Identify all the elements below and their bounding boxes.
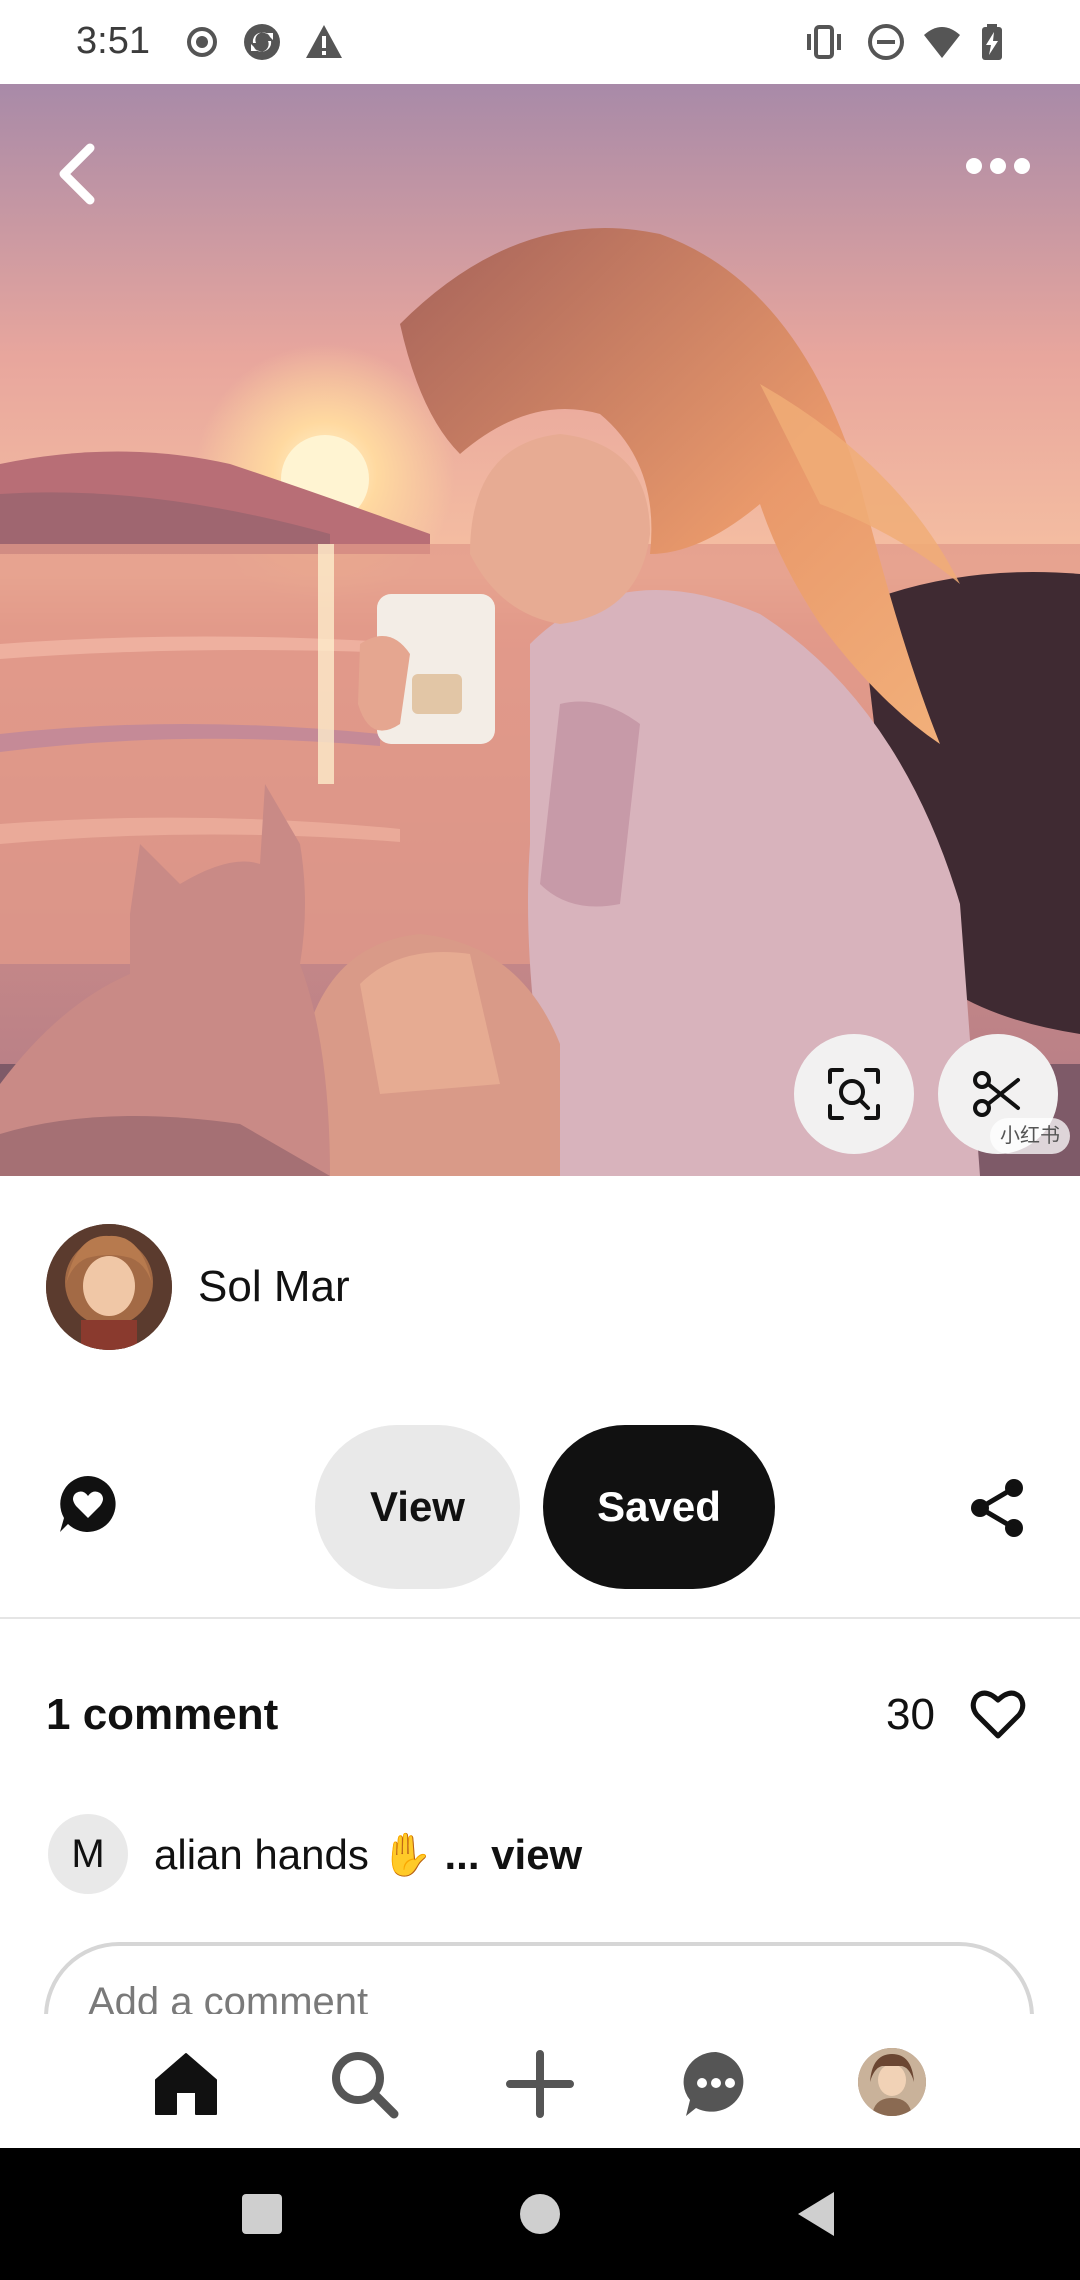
nav-home[interactable]: [150, 2048, 222, 2120]
back-triangle-icon: [798, 2192, 834, 2236]
view-more-link[interactable]: ... view: [444, 1831, 582, 1878]
recents-button[interactable]: [232, 2184, 292, 2244]
divider: [0, 1617, 1080, 1619]
home-system-button[interactable]: [510, 2184, 570, 2244]
recents-icon: [242, 2194, 282, 2234]
nav-messages[interactable]: [680, 2048, 752, 2120]
comment-body: alian hands: [154, 1831, 369, 1878]
watermark: 小红书: [990, 1118, 1070, 1154]
warning-icon: [304, 22, 344, 62]
pin-detail-screen: 3:51 小红书 Sol Mar View Saved 1 comment 30…: [0, 0, 1080, 2280]
raised-hand-emoji: ✋: [380, 1830, 433, 1879]
status-time: 3:51: [76, 20, 150, 62]
commenter-avatar[interactable]: M: [48, 1814, 128, 1894]
author-avatar-image: [46, 1224, 172, 1350]
author-name[interactable]: Sol Mar: [198, 1262, 350, 1312]
create-icon: [506, 2050, 574, 2118]
share-button[interactable]: [966, 1476, 1030, 1540]
sunset-illustration: [0, 84, 1080, 1176]
record-icon: [182, 22, 222, 62]
share-icon: [971, 1479, 1023, 1537]
back-icon: [59, 143, 95, 205]
nav-search[interactable]: [328, 2048, 400, 2120]
home-circle-icon: [520, 2194, 560, 2234]
like-count: 30: [886, 1690, 935, 1739]
visual-search-icon: [828, 1068, 880, 1120]
back-button[interactable]: [40, 134, 120, 214]
status-bar: 3:51: [0, 0, 1080, 84]
home-icon: [155, 2053, 217, 2115]
messages-icon: [683, 2051, 744, 2116]
pin-image[interactable]: 小红书: [0, 84, 1080, 1176]
nav-profile[interactable]: [858, 2048, 926, 2116]
scissors-icon: [973, 1071, 1020, 1117]
heart-icon: [970, 1690, 1026, 1739]
nav-create[interactable]: [504, 2048, 576, 2120]
add-comment-placeholder: Add a comment: [88, 1980, 369, 2014]
comment-count: 1 comment: [46, 1690, 279, 1739]
more-icon: [966, 158, 1030, 174]
add-comment-field[interactable]: Add a comment: [0, 1942, 1080, 2014]
vibrate-icon: [804, 22, 844, 62]
search-icon: [332, 2052, 399, 2119]
comment-text[interactable]: alian hands ✋ ... view: [154, 1830, 582, 1880]
battery-charging-icon: [972, 22, 1012, 62]
visual-search-button[interactable]: [794, 1034, 914, 1154]
back-system-button[interactable]: [786, 2184, 846, 2244]
sync-icon: [242, 22, 282, 62]
like-button[interactable]: [968, 1684, 1028, 1744]
more-options-button[interactable]: [956, 134, 1040, 198]
system-navigation-bar: [0, 2148, 1080, 2280]
do-not-disturb-icon: [866, 22, 906, 62]
saved-button[interactable]: Saved: [543, 1425, 775, 1589]
profile-avatar: [858, 2048, 926, 2116]
react-button[interactable]: [56, 1472, 120, 1536]
wifi-icon: [922, 22, 962, 62]
author-avatar[interactable]: [46, 1224, 172, 1350]
view-button[interactable]: View: [315, 1425, 520, 1589]
comment-heart-icon: [60, 1476, 116, 1532]
